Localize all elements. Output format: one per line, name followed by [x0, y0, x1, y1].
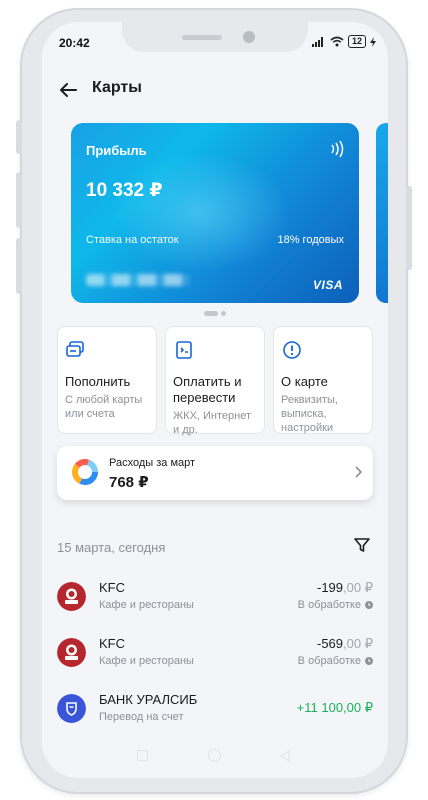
charging-icon [370, 36, 376, 47]
transaction-amount: -569,00 ₽ [317, 636, 373, 652]
state-label: В обработке [297, 655, 361, 667]
card-actions: Пополнить С любой карты или счета Оплати… [57, 326, 373, 436]
transaction-merchant: БАНК УРАЛСИБ [99, 692, 198, 707]
about-card-sub: Реквизиты, выписка, настройки [281, 394, 338, 434]
info-icon [283, 341, 301, 359]
uralsib-logo-icon [57, 694, 86, 723]
battery-icon: 12 [347, 35, 366, 48]
transaction-amount: -199,00 ₽ [317, 580, 373, 596]
transaction-row[interactable]: KFC Кафе и рестораны -199,00 ₽ В обработ… [42, 580, 388, 620]
bank-card[interactable]: Прибыль 10 332 ₽ Ставка на остаток 18% г… [71, 123, 359, 303]
topup-label: Пополнить [65, 374, 131, 389]
page-title: Карты [92, 79, 142, 96]
card-rate-label: Ставка на остаток [86, 234, 179, 246]
visa-logo: VISA [312, 278, 343, 292]
about-card-action[interactable]: О карте Реквизиты, выписка, настройки [273, 326, 373, 434]
card-glow [111, 153, 291, 273]
expenses-title: Расходы за март [109, 457, 196, 469]
kfc-logo-icon [57, 638, 86, 667]
amount-cents: ,00 ₽ [343, 580, 373, 595]
transaction-row[interactable]: KFC Кафе и рестораны -569,00 ₽ В обработ… [42, 636, 388, 676]
pay-transfer-action[interactable]: Оплатить и перевести ЖКХ, Интернет и др. [165, 326, 265, 436]
transaction-state: В обработке [298, 599, 373, 611]
pager-dot [221, 311, 226, 316]
clock-icon [365, 657, 373, 665]
status-bar: 20:42 12 [42, 22, 388, 62]
kfc-logo-icon [57, 582, 86, 611]
card-balance: 10 332 ₽ [86, 180, 163, 201]
card-rate-value: 18% годовых [277, 234, 344, 246]
history-date-header: 15 марта, сегодня [57, 540, 166, 555]
transaction-row[interactable]: БАНК УРАЛСИБ Перевод на счет +11 100,00 … [42, 692, 388, 732]
receipt-icon [176, 341, 192, 359]
state-label: В обработке [297, 599, 361, 611]
phone-side-button-left [16, 238, 22, 294]
donut-chart-icon [72, 459, 98, 485]
transaction-state: В обработке [298, 655, 373, 667]
topup-sub: С любой карты или счета [65, 394, 143, 420]
amount-main: -569 [317, 636, 344, 651]
pay-transfer-sub: ЖКХ, Интернет и др. [173, 410, 252, 436]
transaction-category: Кафе и рестораны [99, 655, 194, 667]
card-name: Прибыль [86, 143, 147, 158]
phone-side-button-left [16, 120, 22, 154]
system-nav-bar [42, 744, 388, 768]
back-arrow-icon[interactable] [56, 78, 80, 102]
filter-icon[interactable] [353, 536, 371, 554]
pager-dot-active [204, 311, 218, 316]
amount-cents: ,00 ₽ [343, 636, 373, 651]
card-plus-icon [66, 341, 84, 357]
back-triangle-icon[interactable] [280, 750, 290, 762]
home-icon[interactable] [208, 749, 221, 762]
about-card-label: О карте [281, 374, 328, 389]
status-icons: 12 [311, 35, 376, 48]
topup-action[interactable]: Пополнить С любой карты или счета [57, 326, 157, 434]
app-screen: 20:42 12 Карты Прибыль 10 332 ₽ Ставка н… [42, 22, 388, 778]
transaction-category: Перевод на счет [99, 711, 184, 723]
contactless-icon [331, 140, 344, 158]
phone-side-button-right [406, 186, 412, 270]
wifi-icon [330, 36, 344, 47]
transaction-amount: +11 100,00 ₽ [296, 700, 373, 715]
chevron-right-icon [355, 466, 363, 478]
top-bar: Карты [42, 72, 388, 106]
status-time: 20:42 [59, 36, 90, 50]
clock-icon [365, 601, 373, 609]
card-number-masked [86, 274, 190, 286]
amount-main: -199 [317, 580, 344, 595]
phone-side-button-left [16, 172, 22, 228]
expenses-widget[interactable]: Расходы за март 768 ₽ [57, 446, 373, 500]
card-pager [42, 311, 388, 316]
next-card-preview[interactable] [376, 123, 388, 303]
pay-transfer-label: Оплатить и перевести [173, 374, 242, 405]
transaction-category: Кафе и рестораны [99, 599, 194, 611]
recent-apps-icon[interactable] [137, 750, 148, 761]
expenses-amount: 768 ₽ [109, 474, 149, 491]
signal-icon [311, 36, 323, 47]
transaction-merchant: KFC [99, 580, 125, 595]
transaction-merchant: KFC [99, 636, 125, 651]
